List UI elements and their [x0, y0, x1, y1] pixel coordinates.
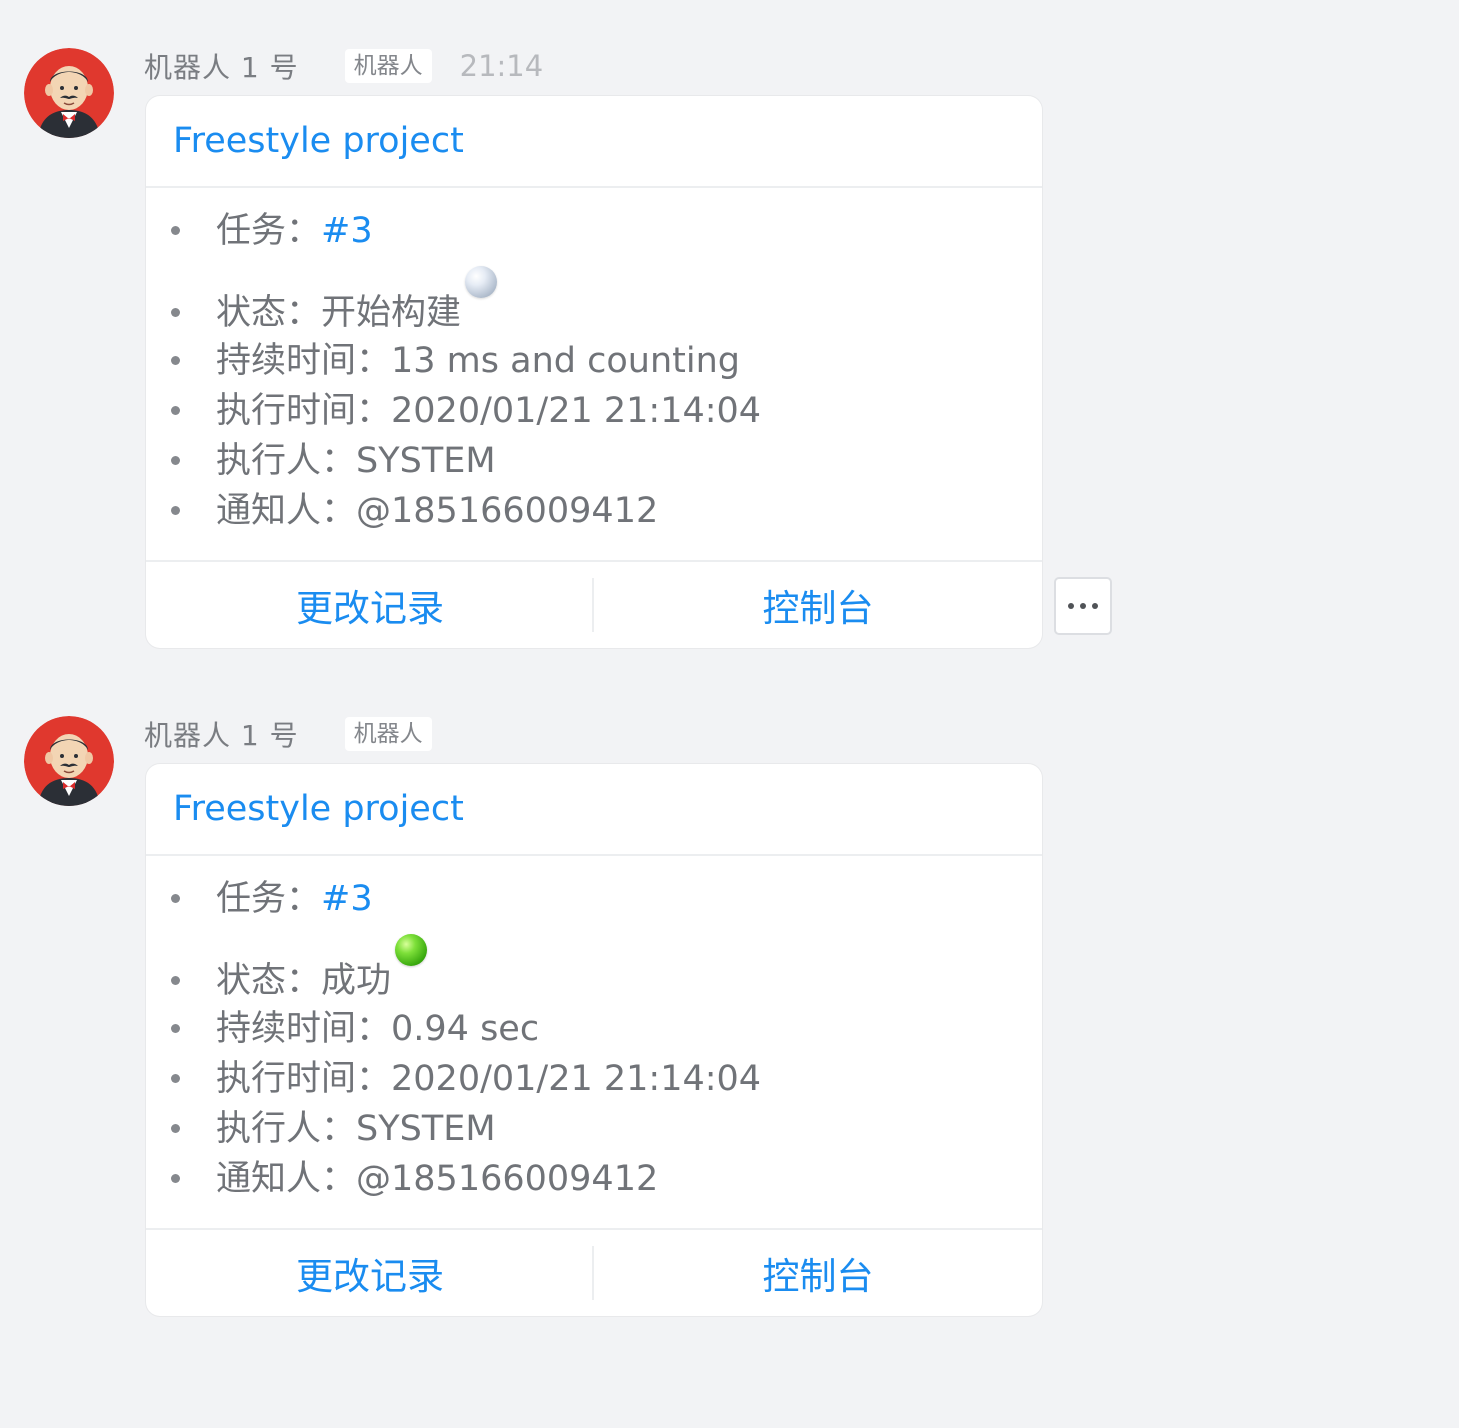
exec-time-label: 执行时间：: [216, 1059, 392, 1099]
list-item-executor: 执行人：SYSTEM: [146, 1104, 1042, 1154]
executor-value: SYSTEM: [356, 441, 496, 481]
grey-ball-icon: [465, 266, 498, 298]
executor-value: SYSTEM: [356, 1109, 496, 1149]
list-item-exec-time: 执行时间：2020/01/21 21:14:04: [146, 386, 1042, 436]
bullet: [171, 456, 180, 465]
duration-label: 持续时间：: [216, 1009, 392, 1049]
status-value: 开始构建: [321, 293, 462, 333]
card-actions: 更改记录 控制台: [146, 560, 1042, 648]
list-item-executor: 执行人：SYSTEM: [146, 436, 1042, 486]
bullet: [171, 1074, 180, 1083]
jenkins-butler-icon: [24, 716, 114, 806]
dot: [1068, 603, 1074, 609]
task-label: 任务：: [216, 211, 322, 251]
message-time: 21:14: [459, 49, 544, 83]
sender-name[interactable]: 机器人 1 号: [144, 46, 299, 86]
list-item-status: 状态：开始构建: [146, 266, 1042, 338]
bot-badge: 机器人: [344, 717, 432, 751]
list-item-task: 任务：#3: [146, 874, 1042, 924]
duration-label: 持续时间：: [216, 341, 392, 381]
changes-button[interactable]: 更改记录: [146, 562, 594, 648]
notify-label: 通知人：: [216, 1159, 357, 1199]
exec-time-value: 2020/01/21 21:14:04: [391, 391, 762, 431]
duration-value: 0.94 sec: [391, 1009, 540, 1049]
executor-label: 执行人：: [216, 1109, 357, 1149]
more-options-button[interactable]: [1054, 577, 1112, 635]
bullet: [171, 308, 180, 317]
bot-avatar[interactable]: [24, 48, 114, 138]
card-actions: 更改记录 控制台: [146, 1228, 1042, 1316]
status-label: 状态：: [216, 961, 322, 1001]
bot-avatar[interactable]: [24, 716, 114, 806]
message-header: 机器人 1 号 机器人: [144, 714, 432, 754]
bullet: [171, 356, 180, 365]
list-item-exec-time: 执行时间：2020/01/21 21:14:04: [146, 1054, 1042, 1104]
list-item-duration: 持续时间：13 ms and counting: [146, 336, 1042, 386]
exec-time-label: 执行时间：: [216, 391, 392, 431]
task-number-link[interactable]: #3: [321, 211, 373, 251]
task-number-link[interactable]: #3: [321, 879, 373, 919]
notify-value: @185166009412: [356, 491, 659, 531]
bullet: [171, 406, 180, 415]
message-header: 机器人 1 号 机器人 21:14: [144, 46, 543, 86]
bullet: [171, 976, 180, 985]
bullet: [171, 1174, 180, 1183]
executor-label: 执行人：: [216, 441, 357, 481]
status-value: 成功: [321, 961, 392, 1001]
bullet: [171, 1124, 180, 1133]
bot-badge: 机器人: [344, 49, 432, 83]
jenkins-butler-icon: [24, 48, 114, 138]
status-label: 状态：: [216, 293, 322, 333]
sender-name[interactable]: 机器人 1 号: [144, 714, 299, 754]
build-card: Freestyle project 任务：#3 状态：成功 持续时间：0.94 …: [146, 764, 1042, 1316]
bullet: [171, 506, 180, 515]
notify-label: 通知人：: [216, 491, 357, 531]
bullet: [171, 226, 180, 235]
changes-button[interactable]: 更改记录: [146, 1230, 594, 1316]
list-item-task: 任务：#3: [146, 206, 1042, 256]
list-item-notify: 通知人：@185166009412: [146, 486, 1042, 536]
console-button[interactable]: 控制台: [594, 1230, 1042, 1316]
green-ball-icon: [395, 934, 428, 966]
dot: [1080, 603, 1086, 609]
bullet: [171, 894, 180, 903]
exec-time-value: 2020/01/21 21:14:04: [391, 1059, 762, 1099]
notify-value: @185166009412: [356, 1159, 659, 1199]
bullet: [171, 1024, 180, 1033]
list-item-duration: 持续时间：0.94 sec: [146, 1004, 1042, 1054]
console-button[interactable]: 控制台: [594, 562, 1042, 648]
card-title-link[interactable]: Freestyle project: [146, 764, 1042, 856]
task-label: 任务：: [216, 879, 322, 919]
list-item-notify: 通知人：@185166009412: [146, 1154, 1042, 1204]
duration-value: 13 ms and counting: [391, 341, 740, 381]
card-title-link[interactable]: Freestyle project: [146, 96, 1042, 188]
dot: [1092, 603, 1098, 609]
list-item-status: 状态：成功: [146, 934, 1042, 1006]
build-card: Freestyle project 任务：#3 状态：开始构建 持续时间：13 …: [146, 96, 1042, 648]
